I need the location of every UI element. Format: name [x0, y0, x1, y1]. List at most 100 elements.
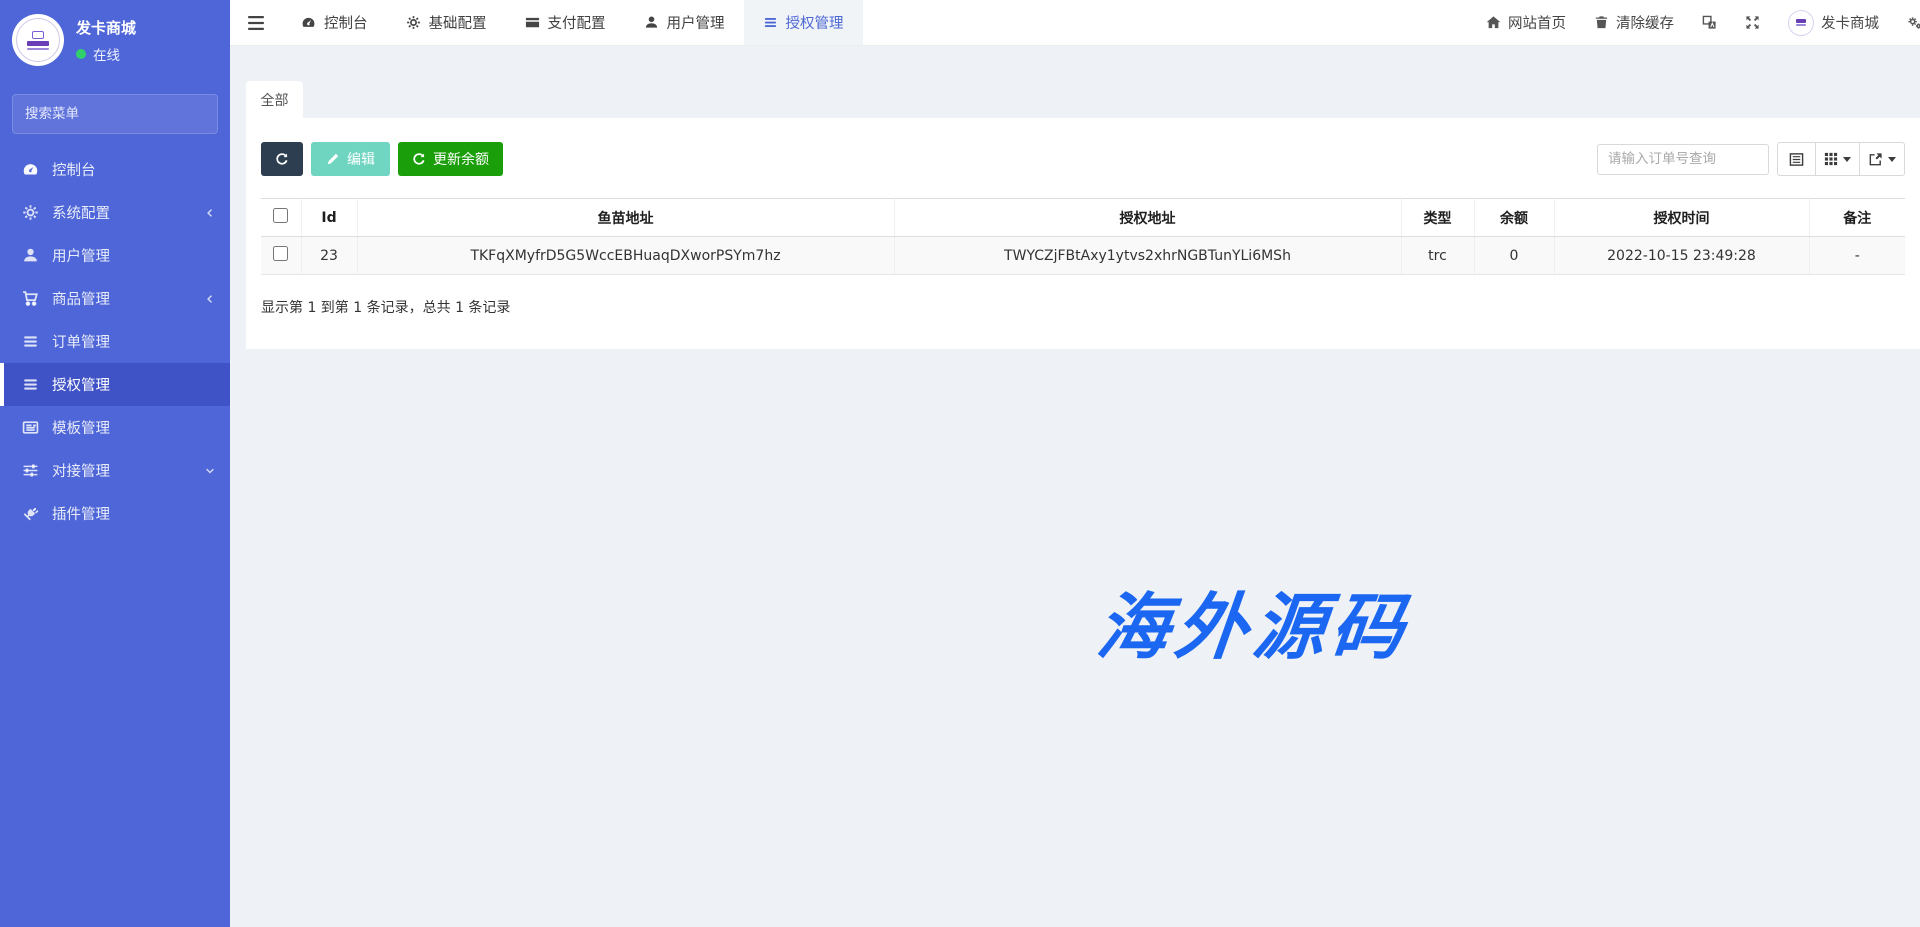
gear-icon	[22, 204, 39, 221]
export-button[interactable]	[1859, 142, 1905, 176]
sidebar-item-authorization[interactable]: 授权管理	[0, 363, 230, 406]
col-header-auth-time: 授权时间	[1554, 199, 1809, 237]
topnav-tab-payment-config[interactable]: 支付配置	[506, 0, 625, 45]
row-checkbox[interactable]	[273, 246, 288, 261]
tab-all-label: 全部	[261, 90, 289, 110]
toolbar-right	[1597, 142, 1905, 176]
col-header-id: Id	[301, 199, 357, 237]
clear-cache-button[interactable]: 清除缓存	[1580, 0, 1688, 45]
gauge-icon	[301, 15, 316, 30]
sidebar-item-users[interactable]: 用户管理	[0, 234, 230, 277]
columns-icon	[1824, 152, 1838, 166]
sidebar: 发卡商城 在线 控制台	[0, 0, 230, 927]
topbar-right: 网站首页 清除缓存 发卡	[1472, 0, 1920, 45]
topnav-tab-dashboard[interactable]: 控制台	[282, 0, 387, 45]
detail-view-button[interactable]	[1777, 142, 1816, 176]
menu-search	[12, 94, 218, 134]
fullscreen-toggle[interactable]	[1731, 0, 1774, 45]
columns-button[interactable]	[1815, 142, 1860, 176]
chevron-left-icon	[204, 207, 216, 219]
topnav-tab-authorization[interactable]: 授权管理	[744, 0, 863, 45]
list-icon	[763, 15, 778, 30]
cell-id: 23	[301, 237, 357, 275]
trash-icon	[1594, 15, 1609, 30]
cell-type: trc	[1401, 237, 1474, 275]
cell-auth-time: 2022-10-15 23:49:28	[1554, 237, 1809, 275]
language-icon	[1702, 15, 1717, 30]
hamburger-menu-icon[interactable]	[230, 0, 282, 45]
table-panel: 编辑 更新余额	[246, 118, 1920, 349]
online-status-label: 在线	[93, 44, 120, 64]
cell-auth-address: TWYCZjFBtAxy1ytvs2xhrNGBTunYLi6MSh	[894, 237, 1401, 275]
sidebar-item-integration[interactable]: 对接管理	[0, 449, 230, 492]
sidebar-item-label: 商品管理	[52, 288, 110, 309]
sidebar-item-label: 插件管理	[52, 503, 110, 524]
col-header-balance: 余额	[1474, 199, 1554, 237]
select-all-checkbox[interactable]	[273, 208, 288, 223]
topnav-tab-label: 支付配置	[548, 12, 606, 33]
sidebar-item-system-config[interactable]: 系统配置	[0, 191, 230, 234]
account-menu[interactable]: 发卡商城	[1774, 0, 1893, 45]
avatar	[12, 14, 64, 66]
sidebar-item-dashboard[interactable]: 控制台	[0, 148, 230, 191]
site-home-label: 网站首页	[1508, 12, 1566, 33]
topnav-tab-label: 基础配置	[429, 12, 487, 33]
topnav-tab-base-config[interactable]: 基础配置	[387, 0, 506, 45]
avatar-ring	[16, 18, 60, 62]
user-icon	[644, 15, 659, 30]
col-header-auth-address: 授权地址	[894, 199, 1401, 237]
online-dot-icon	[76, 49, 86, 59]
table-row[interactable]: 23 TKFqXMyfrD5G5WccEBHuaqDXworPSYm7hz TW…	[261, 237, 1905, 275]
tab-all[interactable]: 全部	[246, 81, 303, 118]
language-switch[interactable]	[1688, 0, 1731, 45]
update-balance-button[interactable]: 更新余额	[398, 142, 503, 176]
menu-search-input[interactable]	[13, 106, 208, 122]
settings-menu[interactable]	[1893, 0, 1920, 45]
account-label: 发卡商城	[1821, 12, 1879, 33]
topnav-tab-label: 控制台	[324, 12, 368, 33]
site-home-link[interactable]: 网站首页	[1472, 0, 1580, 45]
update-balance-label: 更新余额	[433, 149, 489, 169]
sidebar-item-products[interactable]: 商品管理	[0, 277, 230, 320]
table-toolbar: 编辑 更新余额	[261, 142, 1905, 176]
sidebar-item-plugins[interactable]: 插件管理	[0, 492, 230, 535]
sidebar-item-label: 订单管理	[52, 331, 110, 352]
search-icon[interactable]	[208, 107, 218, 121]
order-search-input[interactable]	[1597, 144, 1769, 175]
site-title: 发卡商城	[76, 17, 136, 38]
sidebar-item-orders[interactable]: 订单管理	[0, 320, 230, 363]
online-status: 在线	[76, 44, 136, 64]
topnav-tab-label: 用户管理	[667, 12, 725, 33]
caret-down-icon	[1888, 157, 1896, 162]
sidebar-item-label: 模板管理	[52, 417, 110, 438]
sidebar-item-templates[interactable]: 模板管理	[0, 406, 230, 449]
row-select-cell	[261, 237, 301, 275]
sidebar-item-label: 对接管理	[52, 460, 110, 481]
content-area: 全部 编辑 更新余额	[230, 46, 1920, 927]
edit-button-label: 编辑	[347, 149, 375, 169]
fullscreen-icon	[1745, 15, 1760, 30]
cogs-icon	[1907, 15, 1920, 30]
main-area: 控制台 基础配置 支付配置 用户管理 授权管理	[230, 0, 1920, 927]
cart-icon	[22, 290, 39, 307]
gear-icon	[406, 15, 421, 30]
cell-fry-address: TKFqXMyfrD5G5WccEBHuaqDXworPSYm7hz	[357, 237, 894, 275]
chevron-down-icon	[204, 465, 216, 477]
detail-view-icon	[1789, 152, 1804, 167]
topnav-tab-users[interactable]: 用户管理	[625, 0, 744, 45]
caret-down-icon	[1843, 157, 1851, 162]
plug-icon	[22, 505, 39, 522]
table-view-buttons	[1777, 142, 1905, 176]
col-header-fry-address: 鱼苗地址	[357, 199, 894, 237]
topbar: 控制台 基础配置 支付配置 用户管理 授权管理	[230, 0, 1920, 46]
col-header-remark: 备注	[1809, 199, 1905, 237]
refresh-button[interactable]	[261, 142, 303, 176]
chevron-left-icon	[204, 293, 216, 305]
edit-button[interactable]: 编辑	[311, 142, 390, 176]
topnav-tab-label: 授权管理	[786, 12, 844, 33]
cell-balance: 0	[1474, 237, 1554, 275]
sliders-icon	[22, 462, 39, 479]
pencil-icon	[326, 152, 340, 166]
refresh-icon	[412, 152, 426, 166]
sidebar-item-label: 控制台	[52, 159, 96, 180]
